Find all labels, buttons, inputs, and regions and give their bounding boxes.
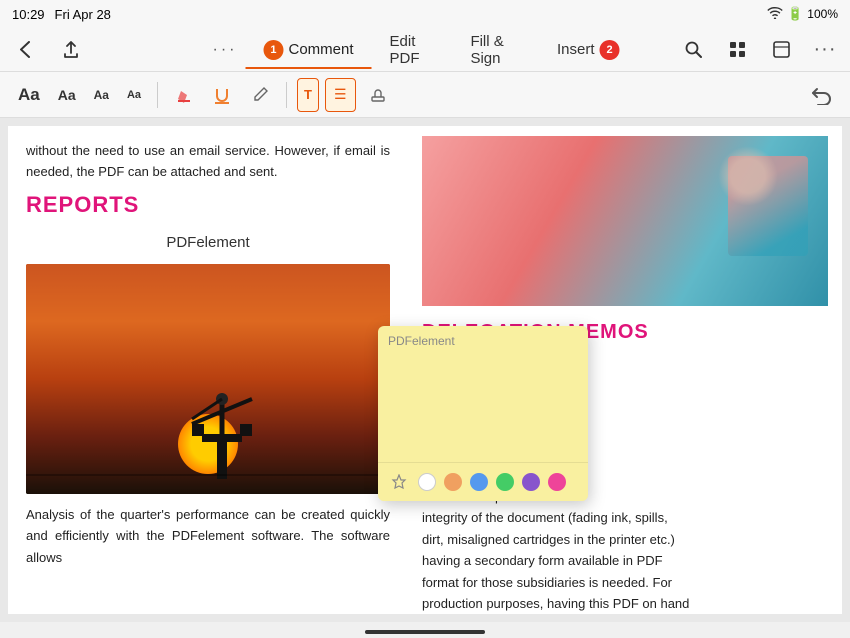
divider-2	[286, 82, 287, 108]
wifi-icon	[767, 7, 783, 22]
sticky-author: PDFelement	[388, 334, 455, 348]
text-tiny-label: Aa	[127, 89, 141, 101]
more-dots-left[interactable]: ···	[213, 41, 238, 59]
tab-insert[interactable]: Insert 2	[539, 32, 638, 68]
textbox-label: T	[304, 87, 312, 102]
divider-1	[157, 82, 158, 108]
content-area: without the need to use an email service…	[0, 118, 850, 622]
sticky-note-popup[interactable]: PDFelement	[378, 326, 588, 501]
highlighter-red-button[interactable]	[168, 78, 200, 112]
tab-edit-pdf-label: Edit PDF	[390, 33, 435, 67]
search-button[interactable]	[678, 35, 708, 65]
text-size-small-button[interactable]: Aa	[88, 78, 115, 112]
text-size-tiny-button[interactable]: Aa	[121, 78, 147, 112]
tab-comment-label: Comment	[288, 41, 353, 58]
color-purple[interactable]	[522, 473, 540, 491]
color-orange[interactable]	[444, 473, 462, 491]
left-column: without the need to use an email service…	[8, 126, 408, 614]
textbox-button[interactable]: T	[297, 78, 319, 112]
view-button[interactable]	[766, 35, 796, 65]
home-indicator	[365, 630, 485, 634]
grid-button[interactable]	[722, 35, 752, 65]
back-button[interactable]	[10, 35, 40, 65]
intro-text: without the need to use an email service…	[26, 140, 390, 183]
text-size-large-button[interactable]: Aa	[12, 78, 46, 112]
color-blue[interactable]	[470, 473, 488, 491]
tab-comment-badge: 1	[263, 40, 283, 60]
sticky-content-area[interactable]	[378, 352, 588, 462]
undo-button[interactable]	[804, 78, 838, 112]
pdf-page: without the need to use an email service…	[8, 126, 842, 614]
pdfelement-label: PDFelement	[26, 231, 390, 256]
tab-comment[interactable]: 1 Comment	[245, 32, 371, 68]
toolbar-top: ··· 1 Comment Edit PDF Fill & Sign Inser…	[0, 28, 850, 72]
top-image	[422, 136, 828, 306]
analysis-text: Analysis of the quarter's performance ca…	[26, 504, 390, 568]
tab-fill-sign-label: Fill & Sign	[470, 33, 521, 67]
pin-icon[interactable]	[388, 471, 410, 493]
reports-title: REPORTS	[26, 187, 390, 223]
color-pink[interactable]	[548, 473, 566, 491]
battery-icon: 🔋	[787, 6, 803, 22]
stamp-button[interactable]	[362, 78, 394, 112]
text-medium-label: Aa	[58, 87, 76, 103]
pencil-button[interactable]	[244, 78, 276, 112]
battery-percent: 100%	[807, 7, 838, 21]
tab-edit-pdf[interactable]: Edit PDF	[372, 25, 453, 75]
color-white[interactable]	[418, 473, 436, 491]
sticky-note-button[interactable]: ☰	[325, 78, 356, 112]
annotation-bar: Aa Aa Aa Aa T ☰	[0, 72, 850, 118]
sticky-icon: ☰	[334, 86, 347, 103]
text-large-label: Aa	[18, 85, 40, 105]
status-day: Fri Apr 28	[55, 7, 111, 22]
oil-image	[26, 264, 390, 494]
tab-insert-label: Insert	[557, 41, 595, 58]
text-small-label: Aa	[94, 88, 109, 102]
color-green[interactable]	[496, 473, 514, 491]
share-button[interactable]	[56, 35, 86, 65]
underline-button[interactable]	[206, 78, 238, 112]
more-options-button[interactable]: ···	[810, 35, 840, 65]
sticky-footer	[378, 462, 588, 501]
status-time: 10:29	[12, 7, 45, 22]
tab-fill-sign[interactable]: Fill & Sign	[452, 25, 539, 75]
tab-insert-badge: 2	[600, 40, 620, 60]
text-size-medium-button[interactable]: Aa	[52, 78, 82, 112]
oil-pump-graphic	[172, 359, 272, 479]
